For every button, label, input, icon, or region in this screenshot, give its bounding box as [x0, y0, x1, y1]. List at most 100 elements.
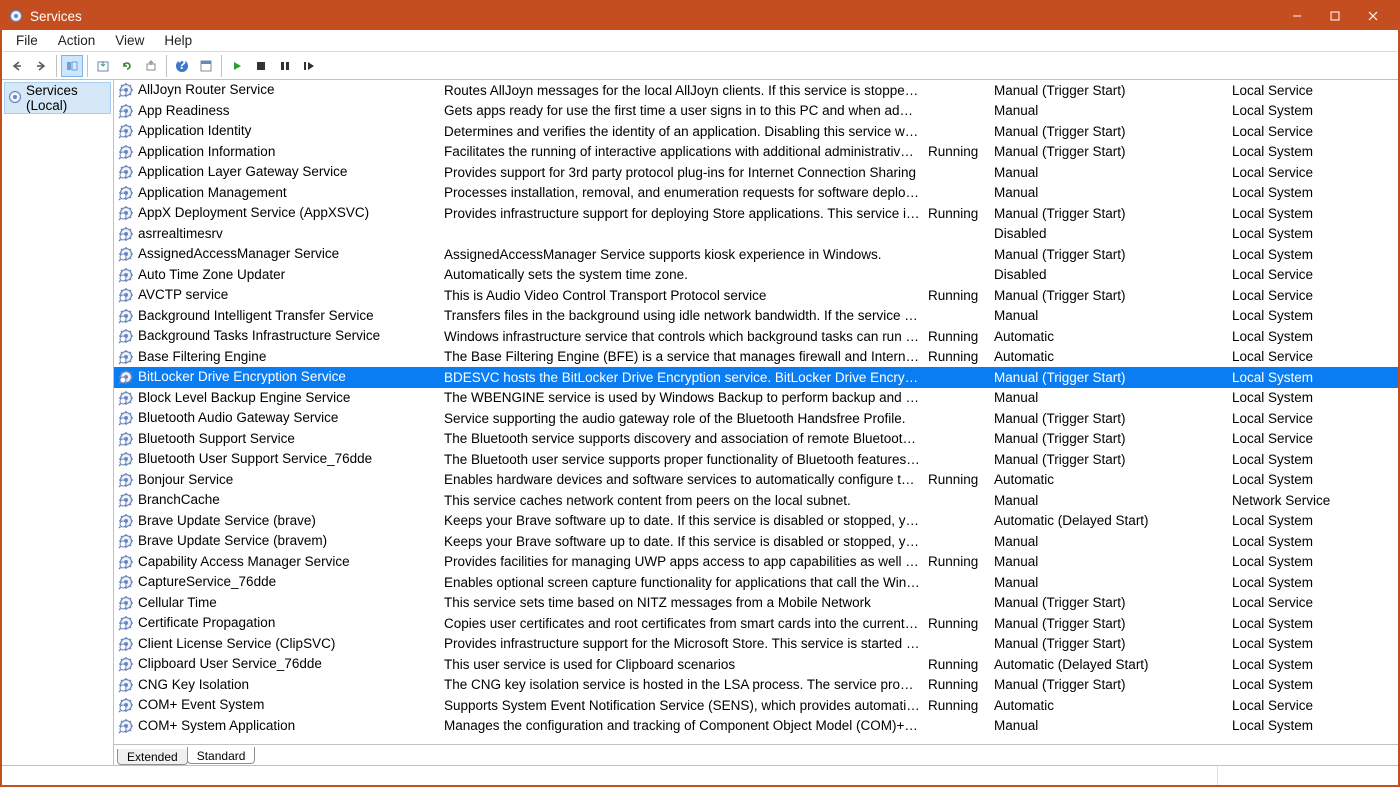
table-row[interactable]: AVCTP serviceThis is Audio Video Control…: [114, 285, 1398, 306]
service-status: [924, 593, 990, 614]
menu-view[interactable]: View: [107, 32, 152, 49]
menu-help[interactable]: Help: [156, 32, 200, 49]
service-startup-type: Manual (Trigger Start): [990, 285, 1228, 306]
toolbar-separator: [166, 55, 167, 77]
table-row[interactable]: AppX Deployment Service (AppXSVC)Provide…: [114, 203, 1398, 224]
tab-standard[interactable]: Standard: [187, 747, 256, 764]
help-button[interactable]: ?: [171, 55, 193, 77]
service-description: The Bluetooth user service supports prop…: [440, 449, 924, 470]
service-name: Bonjour Service: [138, 472, 233, 487]
service-name: Application Identity: [138, 123, 251, 138]
service-gear-icon: [118, 82, 134, 98]
service-name: Application Management: [138, 185, 287, 200]
table-row[interactable]: CNG Key IsolationThe CNG key isolation s…: [114, 675, 1398, 696]
service-startup-type: Manual: [990, 716, 1228, 737]
table-row[interactable]: Brave Update Service (brave)Keeps your B…: [114, 511, 1398, 532]
restart-service-button[interactable]: [298, 55, 320, 77]
table-row[interactable]: App ReadinessGets apps ready for use the…: [114, 101, 1398, 122]
maximize-button[interactable]: [1316, 4, 1354, 28]
service-description: Transfers files in the background using …: [440, 306, 924, 327]
service-startup-type: Manual (Trigger Start): [990, 408, 1228, 429]
table-row[interactable]: COM+ System ApplicationManages the confi…: [114, 716, 1398, 737]
back-button[interactable]: [6, 55, 28, 77]
service-gear-icon: [118, 656, 134, 672]
table-row[interactable]: asrrealtimesrvDisabledLocal System: [114, 224, 1398, 245]
pause-service-button[interactable]: [274, 55, 296, 77]
service-gear-icon: [118, 677, 134, 693]
table-row[interactable]: Application Management Processes installa…: [114, 183, 1398, 204]
service-description: The CNG key isolation service is hosted …: [440, 675, 924, 696]
service-log-on-as: Local System: [1228, 224, 1398, 245]
table-row[interactable]: Certificate PropagationCopies user certi…: [114, 613, 1398, 634]
table-row[interactable]: Cellular TimeThis service sets time base…: [114, 593, 1398, 614]
refresh-button[interactable]: [116, 55, 138, 77]
table-row[interactable]: Brave Update Service (bravem)Keeps your …: [114, 531, 1398, 552]
service-name: Block Level Backup Engine Service: [138, 390, 350, 405]
service-status: Running: [924, 142, 990, 163]
close-button[interactable]: [1354, 4, 1392, 28]
table-row[interactable]: BitLocker Drive Encryption ServiceBDESVC…: [114, 367, 1398, 388]
service-gear-icon: [118, 513, 134, 529]
table-row[interactable]: BranchCacheThis service caches network c…: [114, 490, 1398, 511]
table-row[interactable]: Bonjour ServiceEnables hardware devices …: [114, 470, 1398, 491]
table-row[interactable]: Auto Time Zone UpdaterAutomatically sets…: [114, 265, 1398, 286]
service-gear-icon: [118, 615, 134, 631]
table-row[interactable]: Block Level Backup Engine ServiceThe WBE…: [114, 388, 1398, 409]
show-hide-tree-button[interactable]: [61, 55, 83, 77]
table-row[interactable]: COM+ Event SystemSupports System Event N…: [114, 695, 1398, 716]
properties-button[interactable]: [195, 55, 217, 77]
service-status: Running: [924, 470, 990, 491]
table-row[interactable]: Bluetooth User Support Service_76dde The …: [114, 449, 1398, 470]
service-gear-icon: [118, 123, 134, 139]
service-startup-type: Manual: [990, 183, 1228, 204]
stop-service-button[interactable]: [250, 55, 272, 77]
service-name: Application Information: [138, 144, 275, 159]
export-list-button[interactable]: [92, 55, 114, 77]
service-status: [924, 531, 990, 552]
table-row[interactable]: Bluetooth Support ServiceThe Bluetooth s…: [114, 429, 1398, 450]
service-log-on-as: Local System: [1228, 552, 1398, 573]
table-row[interactable]: Base Filtering EngineThe Base Filtering …: [114, 347, 1398, 368]
tab-extended[interactable]: Extended: [117, 749, 188, 765]
menu-action[interactable]: Action: [50, 32, 104, 49]
service-name: Bluetooth Audio Gateway Service: [138, 410, 338, 425]
service-status: [924, 244, 990, 265]
service-startup-type: Disabled: [990, 265, 1228, 286]
table-row[interactable]: AllJoyn Router ServiceRoutes AllJoyn mes…: [114, 80, 1398, 101]
service-log-on-as: Local System: [1228, 306, 1398, 327]
service-log-on-as: Local Service: [1228, 408, 1398, 429]
service-name: Bluetooth User Support Service_76dde: [138, 451, 372, 466]
service-gear-icon: [118, 308, 134, 324]
tree-node-services-local[interactable]: Services (Local): [4, 82, 111, 114]
table-row[interactable]: Clipboard User Service_76ddeThis user se…: [114, 654, 1398, 675]
table-row[interactable]: Client License Service (ClipSVC)Provides…: [114, 634, 1398, 655]
service-description: Processes installation, removal, and enu…: [440, 183, 924, 204]
service-startup-type: Manual: [990, 552, 1228, 573]
service-gear-icon: [118, 390, 134, 406]
service-name: AllJoyn Router Service: [138, 82, 275, 97]
services-list[interactable]: AllJoyn Router ServiceRoutes AllJoyn mes…: [114, 80, 1398, 744]
service-status: [924, 511, 990, 532]
tree-node-label: Services (Local): [26, 83, 107, 113]
table-row[interactable]: Capability Access Manager ServiceProvide…: [114, 552, 1398, 573]
service-description: Gets apps ready for use the first time a…: [440, 101, 924, 122]
minimize-button[interactable]: [1278, 4, 1316, 28]
table-row[interactable]: Bluetooth Audio Gateway ServiceService s…: [114, 408, 1398, 429]
table-row[interactable]: Application Layer Gateway ServiceProvide…: [114, 162, 1398, 183]
forward-button[interactable]: [30, 55, 52, 77]
table-row[interactable]: AssignedAccessManager ServiceAssignedAcc…: [114, 244, 1398, 265]
table-row[interactable]: Background Tasks Infrastructure ServiceW…: [114, 326, 1398, 347]
table-row[interactable]: Application InformationFacilitates the r…: [114, 142, 1398, 163]
table-row[interactable]: Application IdentityDetermines and verif…: [114, 121, 1398, 142]
table-row[interactable]: Background Intelligent Transfer ServiceT…: [114, 306, 1398, 327]
start-service-button[interactable]: [226, 55, 248, 77]
window-titlebar[interactable]: Services: [2, 2, 1398, 30]
service-startup-type: Manual (Trigger Start): [990, 244, 1228, 265]
service-name: Certificate Propagation: [138, 615, 275, 630]
service-startup-type: Manual: [990, 572, 1228, 593]
export-button[interactable]: [140, 55, 162, 77]
table-row[interactable]: CaptureService_76ddeEnables optional scr…: [114, 572, 1398, 593]
service-status: [924, 388, 990, 409]
service-status: [924, 121, 990, 142]
menu-file[interactable]: File: [8, 32, 46, 49]
